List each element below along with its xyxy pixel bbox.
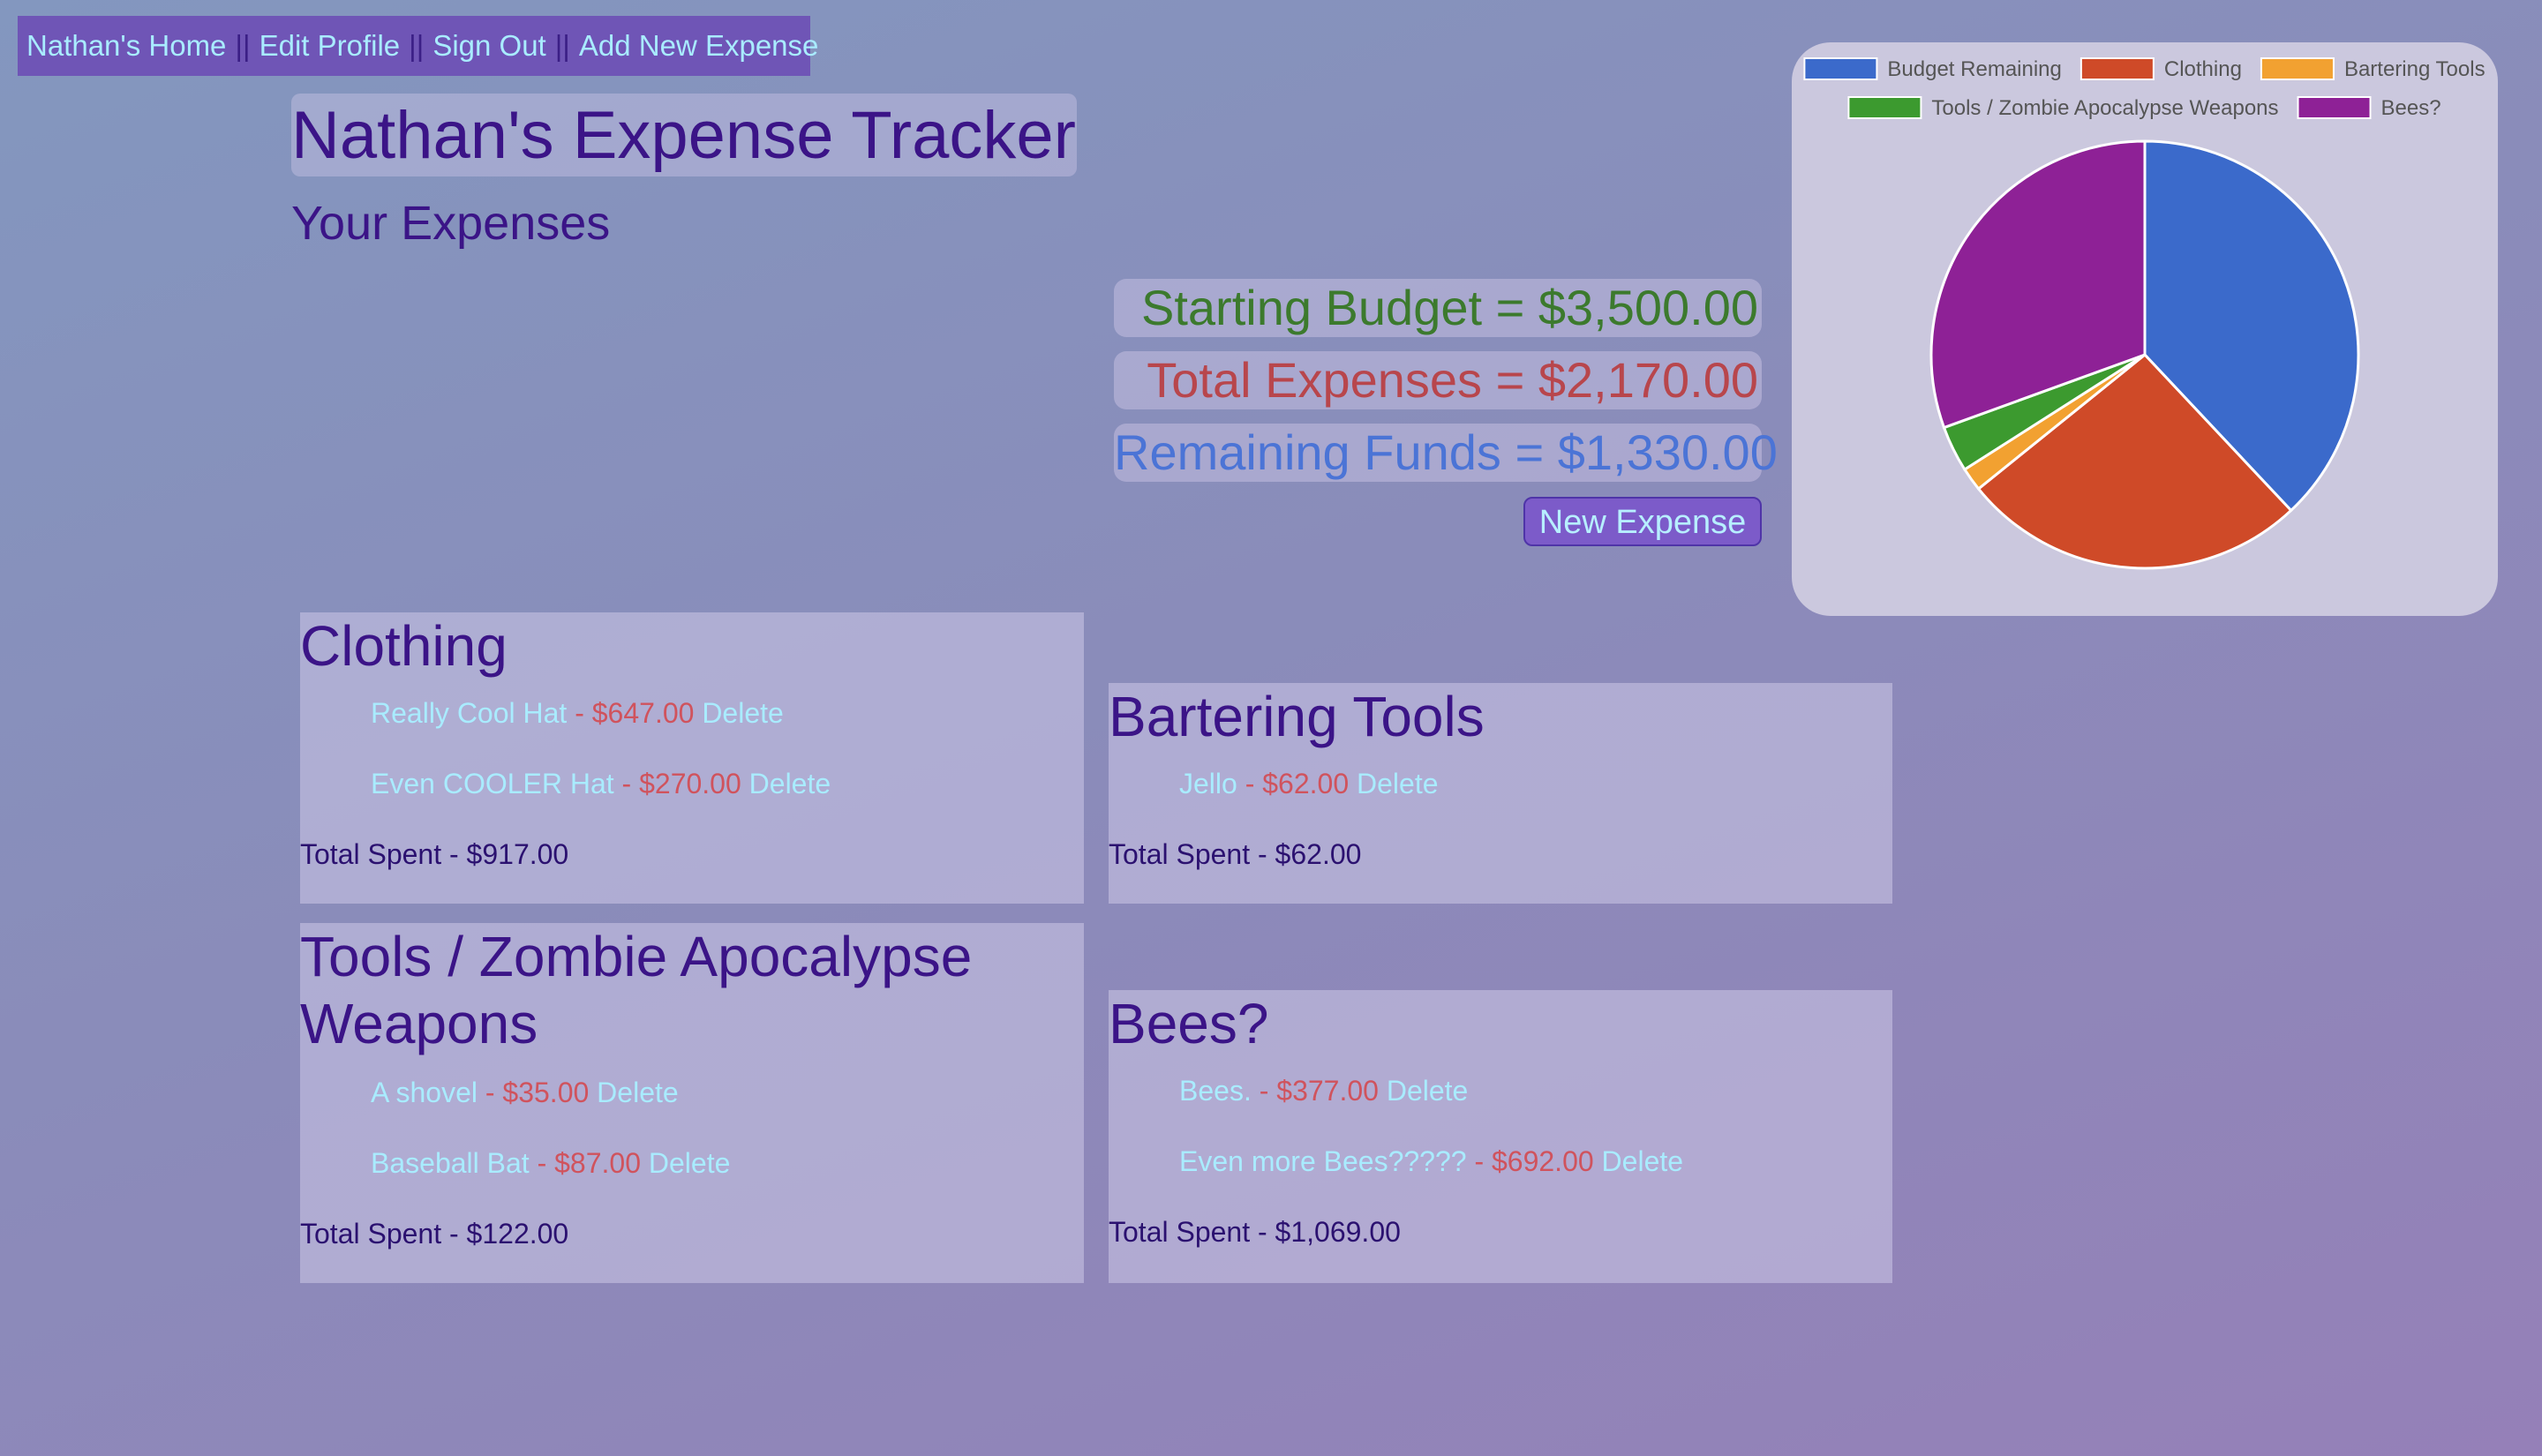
legend-label: Clothing bbox=[2164, 57, 2242, 81]
chart-panel: Budget Remaining Clothing Bartering Tools T… bbox=[1792, 42, 2498, 616]
category-total: Total Spent - $1,069.00 bbox=[1109, 1216, 1401, 1248]
expense-item: Even more Bees????? - $692.00 Delete bbox=[1179, 1145, 1683, 1178]
legend-label: Tools / Zombie Apocalypse Weapons bbox=[1931, 96, 2278, 120]
legend-item-clothing[interactable]: Clothing bbox=[2079, 57, 2242, 81]
nav-separator: || bbox=[554, 29, 570, 62]
starting-budget: Starting Budget = $3,500.00 bbox=[1114, 279, 1762, 337]
nav-separator: || bbox=[235, 29, 251, 62]
legend-item-bees[interactable]: Bees? bbox=[2297, 96, 2441, 120]
nav-home-link[interactable]: Nathan's Home bbox=[26, 29, 226, 63]
expense-dash: - bbox=[529, 1147, 555, 1179]
delete-link[interactable]: Delete bbox=[1357, 768, 1439, 799]
expense-dash: - bbox=[1251, 1075, 1277, 1107]
expense-price: $87.00 bbox=[554, 1147, 641, 1179]
expense-name: Really Cool Hat bbox=[371, 697, 568, 729]
new-expense-button[interactable]: New Expense bbox=[1523, 497, 1762, 546]
expense-dash: - bbox=[567, 697, 592, 729]
delete-link[interactable]: Delete bbox=[749, 768, 831, 799]
legend-swatch bbox=[2079, 57, 2155, 80]
legend-item-budget-remaining[interactable]: Budget Remaining bbox=[1803, 57, 2062, 81]
category-total: Total Spent - $62.00 bbox=[1109, 838, 1362, 870]
total-expenses: Total Expenses = $2,170.00 bbox=[1114, 351, 1762, 409]
legend-label: Budget Remaining bbox=[1887, 57, 2061, 81]
legend-swatch bbox=[2260, 57, 2335, 80]
expense-name: Even COOLER Hat bbox=[371, 768, 614, 799]
legend-item-bartering-tools[interactable]: Bartering Tools bbox=[2260, 57, 2486, 81]
category-total: Total Spent - $122.00 bbox=[300, 1218, 569, 1250]
category-total: Total Spent - $917.00 bbox=[300, 838, 569, 870]
expense-name: A shovel bbox=[371, 1077, 478, 1108]
nav-separator: || bbox=[409, 29, 425, 62]
expense-name: Jello bbox=[1179, 768, 1237, 799]
category-title: Tools / Zombie Apocalypse Weapons bbox=[300, 925, 973, 1055]
expense-price: $377.00 bbox=[1276, 1075, 1379, 1107]
category-title: Clothing bbox=[300, 614, 508, 678]
page-subtitle: Your Expenses bbox=[291, 197, 611, 250]
legend-label: Bartering Tools bbox=[2344, 57, 2486, 81]
legend-swatch bbox=[1847, 96, 1922, 119]
expense-price: $62.00 bbox=[1262, 768, 1350, 799]
expense-name: Bees. bbox=[1179, 1075, 1252, 1107]
delete-link[interactable]: Delete bbox=[1602, 1145, 1684, 1177]
top-nav: Nathan's Home || Edit Profile || Sign Ou… bbox=[18, 16, 818, 76]
category-title: Bartering Tools bbox=[1109, 685, 1485, 748]
category-card-tools-weapons: Tools / Zombie Apocalypse Weapons A shov… bbox=[300, 923, 1084, 1283]
delete-link[interactable]: Delete bbox=[1387, 1075, 1469, 1107]
nav-sign-out-link[interactable]: Sign Out bbox=[432, 29, 545, 63]
expense-dash: - bbox=[1237, 768, 1263, 799]
expense-item: Bees. - $377.00 Delete bbox=[1179, 1075, 1468, 1107]
expense-item: A shovel - $35.00 Delete bbox=[371, 1077, 679, 1109]
expense-item: Jello - $62.00 Delete bbox=[1179, 768, 1439, 800]
category-title: Bees? bbox=[1109, 992, 1269, 1055]
category-card-bartering-tools: Bartering Tools Jello - $62.00 Delete To… bbox=[1109, 683, 1892, 904]
delete-link[interactable]: Delete bbox=[597, 1077, 679, 1108]
legend-item-tools-zombie-apocalypse-weapons[interactable]: Tools / Zombie Apocalypse Weapons bbox=[1847, 96, 2279, 120]
legend-swatch bbox=[1803, 57, 1878, 80]
legend-swatch bbox=[2297, 96, 2372, 119]
expense-price: $35.00 bbox=[502, 1077, 590, 1108]
pie-chart: Budget Remaining Clothing Bartering Tools T… bbox=[1803, 57, 2486, 570]
expense-price: $270.00 bbox=[639, 768, 741, 799]
delete-link[interactable]: Delete bbox=[702, 697, 784, 729]
expense-dash: - bbox=[613, 768, 640, 799]
nav-add-expense-link[interactable]: Add New Expense bbox=[579, 29, 819, 63]
remaining-funds: Remaining Funds = $1,330.00 bbox=[1114, 424, 1778, 482]
page-title: Nathan's Expense Tracker bbox=[291, 98, 1076, 173]
expense-price: $692.00 bbox=[1491, 1145, 1594, 1177]
category-card-bees: Bees? Bees. - $377.00 Delete Even more B… bbox=[1109, 990, 1892, 1283]
expense-item: Really Cool Hat - $647.00 Delete bbox=[371, 697, 784, 730]
expense-dash: - bbox=[477, 1077, 503, 1108]
expense-price: $647.00 bbox=[591, 697, 695, 729]
expense-item: Even COOLER Hat - $270.00 Delete bbox=[371, 768, 831, 800]
expense-dash: - bbox=[1466, 1145, 1492, 1177]
expense-name: Baseball Bat bbox=[371, 1147, 530, 1179]
legend-label: Bees? bbox=[2381, 96, 2441, 120]
expense-name: Even more Bees????? bbox=[1179, 1145, 1467, 1177]
delete-link[interactable]: Delete bbox=[649, 1147, 731, 1179]
expense-item: Baseball Bat - $87.00 Delete bbox=[371, 1147, 730, 1180]
category-card-clothing: Clothing Really Cool Hat - $647.00 Delet… bbox=[300, 612, 1084, 904]
nav-edit-profile-link[interactable]: Edit Profile bbox=[259, 29, 401, 63]
